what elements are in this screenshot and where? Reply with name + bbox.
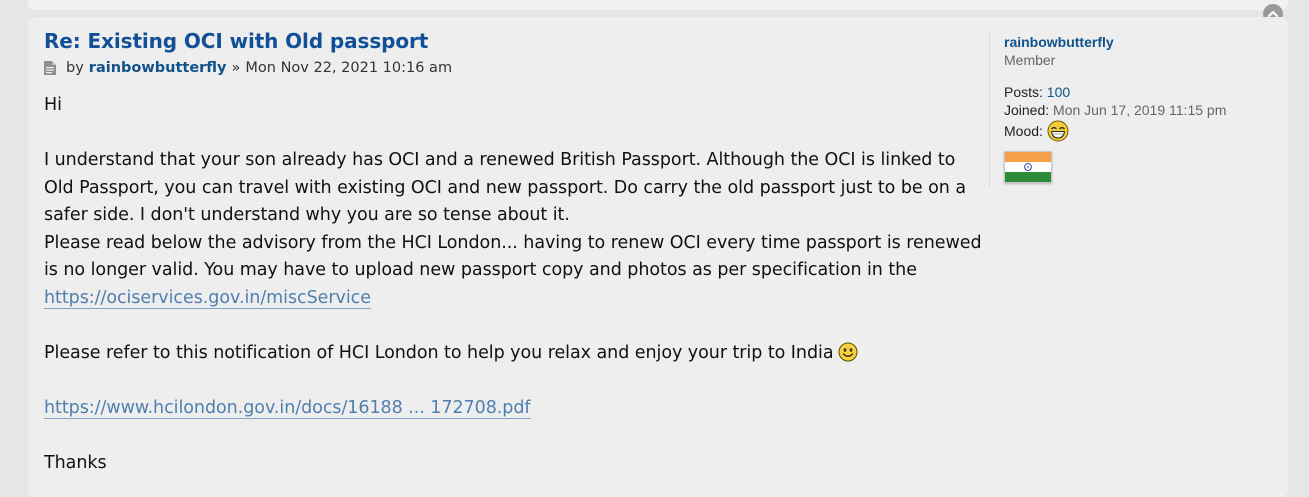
post-paragraph-3: Please refer to this notification of HCI… [44, 340, 984, 368]
post-author-line: by rainbowbutterfly » Mon Nov 22, 2021 1… [44, 58, 984, 78]
profile-gap [1004, 69, 1294, 83]
posts-label: Posts: [1004, 84, 1043, 100]
profile-mood: Mood: [1004, 120, 1294, 142]
post-paragraph-2: Please read below the advisory from the … [44, 230, 984, 313]
profile-joined: Joined: Mon Jun 17, 2019 11:15 pm [1004, 101, 1294, 119]
post-link-paragraph: https://www.hcilondon.gov.in/docs/16188 … [44, 395, 984, 423]
mood-label: Mood: [1004, 123, 1043, 139]
previous-post-edge [28, 0, 1288, 10]
post-paragraph-3-text: Please refer to this notification of HCI… [44, 342, 834, 363]
joined-label: Joined: [1004, 102, 1050, 118]
post-body: Re: Existing OCI with Old passport by ra… [44, 27, 984, 477]
by-label: by [66, 60, 84, 76]
post-paragraph-1: I understand that your son already has O… [44, 150, 967, 225]
forum-post: Re: Existing OCI with Old passport by ra… [28, 17, 1288, 497]
hci-london-pdf-link[interactable]: https://www.hcilondon.gov.in/docs/16188 … [44, 397, 531, 419]
oci-services-link[interactable]: https://ociservices.gov.in/miscService [44, 287, 371, 309]
post-title: Re: Existing OCI with Old passport [44, 27, 984, 55]
author-separator: » [231, 60, 241, 76]
post-content: Hi I understand that your son already ha… [44, 92, 984, 477]
profile-rank: Member [1004, 52, 1056, 68]
india-flag-icon [1004, 151, 1052, 183]
profile-posts: Posts: 100 [1004, 83, 1294, 101]
post-title-link[interactable]: Re: Existing OCI with Old passport [44, 29, 428, 53]
posts-count-link[interactable]: 100 [1047, 84, 1070, 100]
author-username-link[interactable]: rainbowbutterfly [89, 58, 227, 78]
smiley-icon [838, 342, 857, 361]
joined-date: Mon Jun 17, 2019 11:15 pm [1053, 102, 1227, 118]
document-icon[interactable] [44, 61, 56, 75]
post-paragraph-2-text: Please read below the advisory from the … [44, 232, 982, 281]
profile-username-link[interactable]: rainbowbutterfly [1004, 33, 1294, 51]
post-greeting: Hi [44, 95, 62, 115]
post-datetime: Mon Nov 22, 2021 10:16 am [245, 60, 453, 76]
grinning-face-icon [1047, 120, 1069, 142]
post-profile: rainbowbutterfly Member Posts: 100 Joine… [989, 33, 1294, 187]
post-closing: Thanks [44, 452, 107, 473]
